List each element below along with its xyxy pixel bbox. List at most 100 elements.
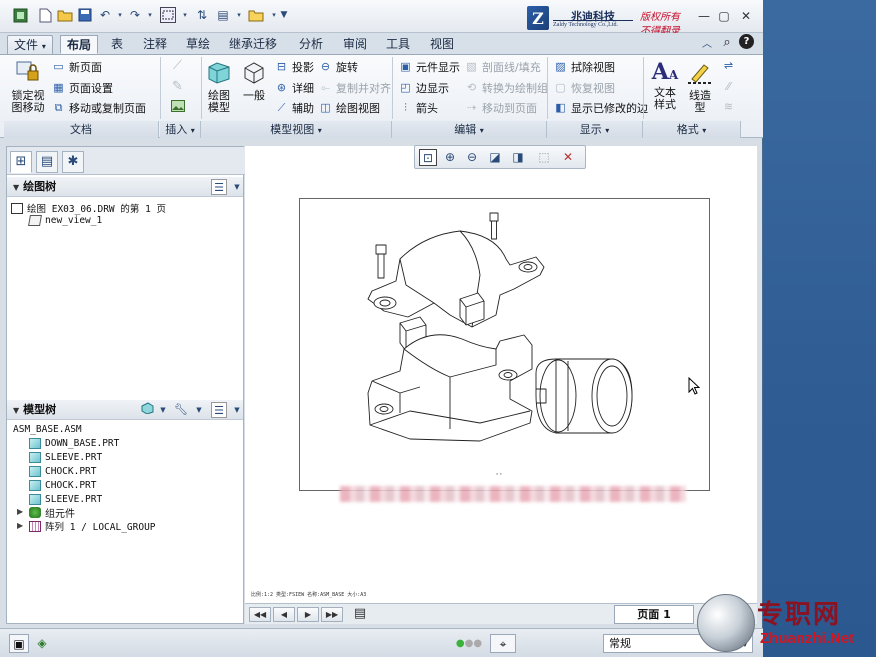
customize-icon[interactable]: ▼ xyxy=(276,7,292,23)
tree-item-part[interactable]: DOWN_BASE.PRT xyxy=(29,438,119,449)
datum-display-icon[interactable]: ✕ xyxy=(559,149,577,166)
undo-icon[interactable]: ↶ xyxy=(97,7,113,23)
drawing-sheet[interactable]: × × xyxy=(299,198,710,491)
group-insert[interactable]: 插入 ▾ xyxy=(160,121,201,138)
model-tree-header[interactable]: ▼ 模型树 ▼ 🔧︎ ▼ ☰ ▼ xyxy=(7,400,243,420)
show-modified-edges-button[interactable]: ◧ 显示已修改的边 xyxy=(553,100,648,116)
drawing-tree-header[interactable]: ▼ 绘图树 ☰ ▼ xyxy=(7,177,243,197)
chevron-down-icon[interactable]: ▼ xyxy=(155,402,171,418)
windows-icon[interactable]: ▤ xyxy=(215,7,231,23)
tree-item-assembly-root[interactable]: ASM_BASE.ASM xyxy=(13,424,82,435)
minimize-button[interactable]: — xyxy=(697,9,711,23)
tab-analysis[interactable]: 分析 xyxy=(293,35,329,54)
tab-annotate[interactable]: 注释 xyxy=(137,35,173,54)
group-edit[interactable]: 编辑 ▾ xyxy=(392,121,547,138)
zoom-in-icon[interactable]: ⊕ xyxy=(441,149,459,166)
tree-item-part[interactable]: CHOCK.PRT xyxy=(29,466,96,477)
chevron-down-icon[interactable]: ▾ xyxy=(231,7,247,23)
maximize-button[interactable]: ▢ xyxy=(717,9,731,23)
erase-view-button[interactable]: ▨ 拭除视图 xyxy=(553,59,615,75)
tab-layout[interactable]: 布局 xyxy=(60,35,99,54)
tab-view[interactable]: 视图 xyxy=(424,35,460,54)
move-copy-page-button[interactable]: ⧉ 移动或复制页面 xyxy=(51,100,146,116)
regenerate-icon[interactable]: ⇅ xyxy=(194,7,210,23)
group-model-views[interactable]: 模型视图 ▾ xyxy=(201,121,392,138)
chevron-down-icon[interactable]: ▼ xyxy=(191,402,207,418)
text-style-button[interactable]: AA 文本样式 xyxy=(650,59,680,111)
drawing-model-button[interactable]: 绘图模型 xyxy=(203,59,235,114)
chevron-down-icon[interactable]: ▼ xyxy=(229,179,245,195)
format-tool-2[interactable]: ⁄⁄ xyxy=(721,80,739,94)
saved-views-icon[interactable]: ⬚ xyxy=(535,149,553,166)
tree-settings-icon[interactable]: ☰ xyxy=(211,179,227,195)
expand-arrow-icon[interactable]: ▶ xyxy=(17,507,23,516)
tree-item-part[interactable]: SLEEVE.PRT xyxy=(29,494,102,505)
tree-item-view[interactable]: new_view_1 xyxy=(28,215,102,226)
detailed-button[interactable]: ⊛ 详细 xyxy=(274,80,314,96)
tree-tab-icon[interactable]: ⊞ xyxy=(10,151,32,173)
minimize-ribbon-icon[interactable]: ︿ xyxy=(699,34,715,50)
tab-tools[interactable]: 工具 xyxy=(380,35,416,54)
first-page-button[interactable]: ◀◀ xyxy=(249,607,271,622)
tab-legacy-migration[interactable]: 继承迁移 xyxy=(223,35,283,54)
next-page-button[interactable]: ▶ xyxy=(297,607,319,622)
line-style-button[interactable]: 线造型 xyxy=(685,59,715,114)
zoom-out-icon[interactable]: ⊖ xyxy=(463,149,481,166)
group-display[interactable]: 显示 ▾ xyxy=(547,121,643,138)
insert-image-button[interactable] xyxy=(170,100,188,114)
previous-page-button[interactable]: ◀ xyxy=(273,607,295,622)
page-tab[interactable]: 页面 1 xyxy=(614,605,694,624)
general-view-button[interactable]: 一般 xyxy=(239,59,269,102)
tab-review[interactable]: 审阅 xyxy=(337,35,373,54)
close-window-icon[interactable] xyxy=(248,7,264,23)
auxiliary-button[interactable]: ⟋ 辅助 xyxy=(274,100,314,116)
tools-icon[interactable]: 🔧︎ xyxy=(173,402,189,418)
save-icon[interactable] xyxy=(77,7,93,23)
insert-sketch-button[interactable]: ✎ xyxy=(170,80,188,94)
restore-view-button[interactable]: ▢ 恢复视图 xyxy=(553,80,615,96)
search-icon[interactable]: ⌕ xyxy=(719,34,735,50)
tab-sketch[interactable]: 草绘 xyxy=(180,35,216,54)
tree-item-pattern[interactable]: 阵列 1 / LOCAL_GROUP xyxy=(29,519,156,533)
format-tool-3[interactable]: ≋ xyxy=(721,100,739,114)
expand-arrow-icon[interactable]: ▶ xyxy=(17,521,23,530)
projection-button[interactable]: ⊟ 投影 xyxy=(274,59,314,75)
navigator-toggle-icon[interactable]: ▣ xyxy=(9,634,29,653)
open-icon[interactable] xyxy=(57,7,73,23)
close-button[interactable]: ✕ xyxy=(739,9,753,23)
lock-view-button[interactable]: 锁定视图移动 xyxy=(8,59,48,114)
last-page-button[interactable]: ▶▶ xyxy=(321,607,343,622)
favorites-tab-icon[interactable]: ✱ xyxy=(62,151,84,173)
group-format[interactable]: 格式 ▾ xyxy=(643,121,741,138)
drawing-view-button[interactable]: ◫ 绘图视图 xyxy=(318,100,380,116)
tree-item-drawing-page[interactable]: 绘图 EX03_06.DRW 的第 1 页 xyxy=(11,201,166,215)
app-icon[interactable] xyxy=(12,7,28,23)
section-fill-button[interactable]: ▧ 剖面线/填充 xyxy=(464,59,540,75)
tree-item-part[interactable]: CHOCK.PRT xyxy=(29,480,96,491)
new-icon[interactable] xyxy=(37,7,53,23)
insert-line-button[interactable]: ⟋ xyxy=(170,59,188,73)
chevron-down-icon[interactable]: ▾ xyxy=(112,7,128,23)
format-tool-1[interactable]: ⇌ xyxy=(721,59,739,73)
copy-align-button[interactable]: ⟜ 复制并对齐 xyxy=(318,80,391,96)
revolve-button[interactable]: ⊖ 旋转 xyxy=(318,59,358,75)
tree-item-part[interactable]: SLEEVE.PRT xyxy=(29,452,102,463)
repaint-icon[interactable]: ◪ xyxy=(486,149,504,166)
new-sheet-icon[interactable]: ▤ xyxy=(349,607,371,622)
browser-toggle-icon[interactable]: ◈ xyxy=(32,634,52,653)
arrow-button[interactable]: ⫶ 箭头 xyxy=(398,100,438,116)
new-page-button[interactable]: ▭ 新页面 xyxy=(51,59,102,75)
tree-item-group[interactable]: 组元件 xyxy=(29,505,75,520)
redo-icon[interactable]: ↷ xyxy=(127,7,143,23)
refit-icon[interactable]: ⊡ xyxy=(419,149,437,166)
select-box-icon[interactable] xyxy=(160,7,176,23)
tree-settings-icon[interactable]: ☰ xyxy=(211,402,227,418)
display-style-icon[interactable]: ◨ xyxy=(509,149,527,166)
tab-file[interactable]: 文件 ▾ xyxy=(7,35,53,54)
find-icon[interactable]: ⌖ xyxy=(490,634,516,653)
help-icon[interactable]: ? xyxy=(739,34,754,49)
page-setup-button[interactable]: ▦ 页面设置 xyxy=(51,80,113,96)
chevron-down-icon[interactable]: ▾ xyxy=(142,7,158,23)
component-display-button[interactable]: ▣ 元件显示 xyxy=(398,59,460,75)
folder-browser-tab-icon[interactable]: ▤ xyxy=(36,151,58,173)
